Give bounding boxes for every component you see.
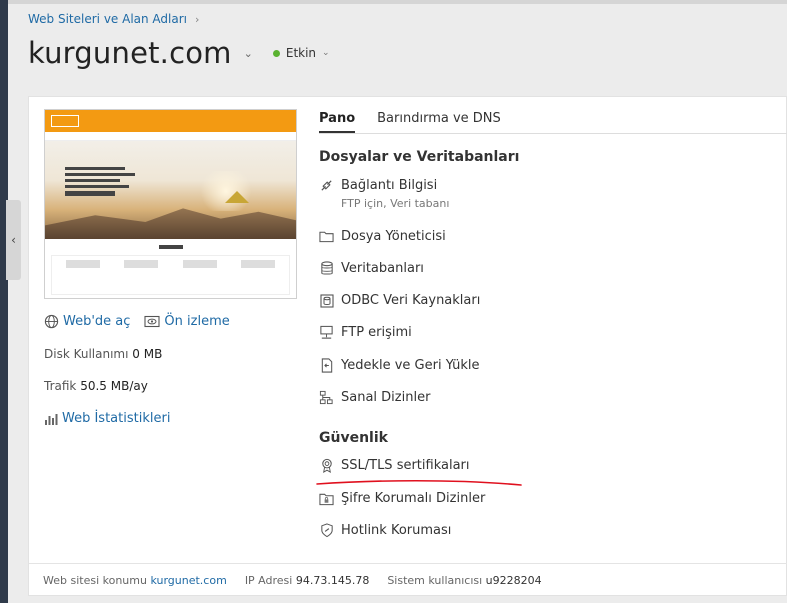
sidebar-toggle-button[interactable]: ‹ [6, 200, 21, 280]
sitemap-icon [319, 390, 334, 405]
web-stats-label: Web İstatistikleri [62, 411, 171, 426]
item-ftp-access-label: FTP erişimi [341, 325, 412, 340]
traffic: Trafik 50.5 MB/ay [44, 379, 148, 393]
folder-icon [319, 229, 334, 244]
certificate-icon [319, 458, 334, 473]
open-web-label: Web'de aç [63, 314, 131, 329]
item-ssl-certificates-label: SSL/TLS sertifikaları [341, 458, 470, 473]
red-underline-annotation [316, 479, 522, 486]
chevron-down-icon: ⌄ [322, 48, 330, 58]
item-connection-info[interactable]: Bağlantı Bilgisi FTP için, Veri tabanı [319, 178, 449, 210]
item-odbc-label: ODBC Veri Kaynakları [341, 293, 481, 308]
status-dropdown[interactable]: Etkin ⌄ [272, 46, 330, 60]
chevron-right-icon: › [195, 12, 200, 26]
item-ssl-certificates[interactable]: SSL/TLS sertifikaları [319, 458, 470, 473]
site-card: Web'de aç Ön izleme Disk Kullanımı 0 MB … [28, 96, 787, 596]
disk-usage-label: Disk Kullanımı [44, 347, 129, 361]
globe-icon [44, 314, 59, 329]
thumbnail-logo [51, 115, 79, 127]
item-file-manager-label: Dosya Yöneticisi [341, 229, 446, 244]
footer-location-link[interactable]: kurgunet.com [150, 574, 226, 587]
odbc-icon [319, 293, 334, 308]
item-backup-restore[interactable]: Yedekle ve Geri Yükle [319, 358, 480, 373]
bar-chart-icon [45, 413, 58, 425]
breadcrumb-link-websites[interactable]: Web Siteleri ve Alan Adları [28, 12, 187, 26]
footer-system-user-label: Sistem kullanıcısı [387, 574, 483, 587]
page-title: kurgunet.com [28, 36, 232, 70]
shield-link-icon [319, 523, 334, 538]
tab-hosting-dns[interactable]: Barındırma ve DNS [377, 111, 501, 133]
ftp-icon [319, 325, 334, 340]
section-title-security: Güvenlik [319, 430, 388, 446]
item-odbc[interactable]: ODBC Veri Kaynakları [319, 293, 480, 308]
item-file-manager[interactable]: Dosya Yöneticisi [319, 229, 446, 244]
item-hotlink-protection-label: Hotlink Koruması [341, 523, 452, 538]
thumbnail-hero-image [45, 141, 296, 239]
item-virtual-directories[interactable]: Sanal Dizinler [319, 390, 430, 405]
traffic-value: 50.5 MB/ay [80, 379, 148, 393]
item-databases[interactable]: Veritabanları [319, 261, 424, 276]
item-password-protected-dirs[interactable]: Şifre Korumalı Dizinler [319, 491, 485, 506]
preview-link[interactable]: Ön izleme [144, 314, 230, 329]
item-ftp-access[interactable]: FTP erişimi [319, 325, 412, 340]
left-navigation-edge [0, 0, 8, 603]
page-header: Web Siteleri ve Alan Adları › kurgunet.c… [8, 0, 787, 84]
item-hotlink-protection[interactable]: Hotlink Koruması [319, 523, 451, 538]
disk-usage-value: 0 MB [132, 347, 163, 361]
footer-system-user-value: u9228204 [485, 574, 542, 587]
tab-dashboard[interactable]: Pano [319, 111, 356, 133]
thumbnail-header [45, 110, 296, 132]
footer-ip-label: IP Adresi [244, 574, 293, 587]
traffic-label: Trafik [44, 379, 77, 393]
item-connection-info-label: Bağlantı Bilgisi [341, 178, 438, 193]
disk-usage: Disk Kullanımı 0 MB [44, 347, 162, 361]
title-row: kurgunet.com ⌄ Etkin ⌄ [28, 36, 330, 70]
site-thumbnail[interactable] [44, 109, 297, 299]
item-password-protected-dirs-label: Şifre Korumalı Dizinler [341, 491, 486, 506]
section-title-files: Dosyalar ve Veritabanları [319, 149, 520, 165]
web-stats-link[interactable]: Web İstatistikleri [44, 411, 170, 426]
chevron-left-icon: ‹ [11, 233, 16, 247]
status-label: Etkin [285, 46, 317, 60]
item-databases-label: Veritabanları [341, 261, 424, 276]
eye-icon [144, 315, 160, 328]
footer-system-user: Sistem kullanıcısı u9228204 [387, 574, 541, 587]
breadcrumb: Web Siteleri ve Alan Adları › [28, 12, 199, 26]
connection-icon [319, 178, 334, 193]
thumbnail-features [45, 239, 296, 298]
item-backup-restore-label: Yedekle ve Geri Yükle [341, 358, 480, 373]
status-dot-icon [272, 49, 280, 57]
backup-icon [319, 358, 334, 373]
preview-label: Ön izleme [164, 314, 230, 329]
footer-ip: IP Adresi 94.73.145.78 [245, 574, 370, 587]
footer-ip-value: 94.73.145.78 [295, 574, 370, 587]
footer-location-label: Web sitesi konumu [43, 574, 147, 587]
open-web-link[interactable]: Web'de aç [44, 314, 130, 329]
tab-bar: Pano Barındırma ve DNS [319, 111, 787, 134]
chevron-down-icon[interactable]: ⌄ [244, 47, 253, 60]
database-icon [319, 261, 334, 276]
item-connection-info-sub: FTP için, Veri tabanı [341, 197, 450, 210]
site-info-footer: Web sitesi konumu kurgunet.com IP Adresi… [29, 563, 787, 597]
locked-folder-icon [319, 491, 334, 506]
preview-links: Web'de aç Ön izleme [44, 314, 230, 329]
item-virtual-directories-label: Sanal Dizinler [341, 390, 431, 405]
thumbnail-nav [45, 132, 296, 141]
footer-location: Web sitesi konumu kurgunet.com [43, 574, 227, 587]
